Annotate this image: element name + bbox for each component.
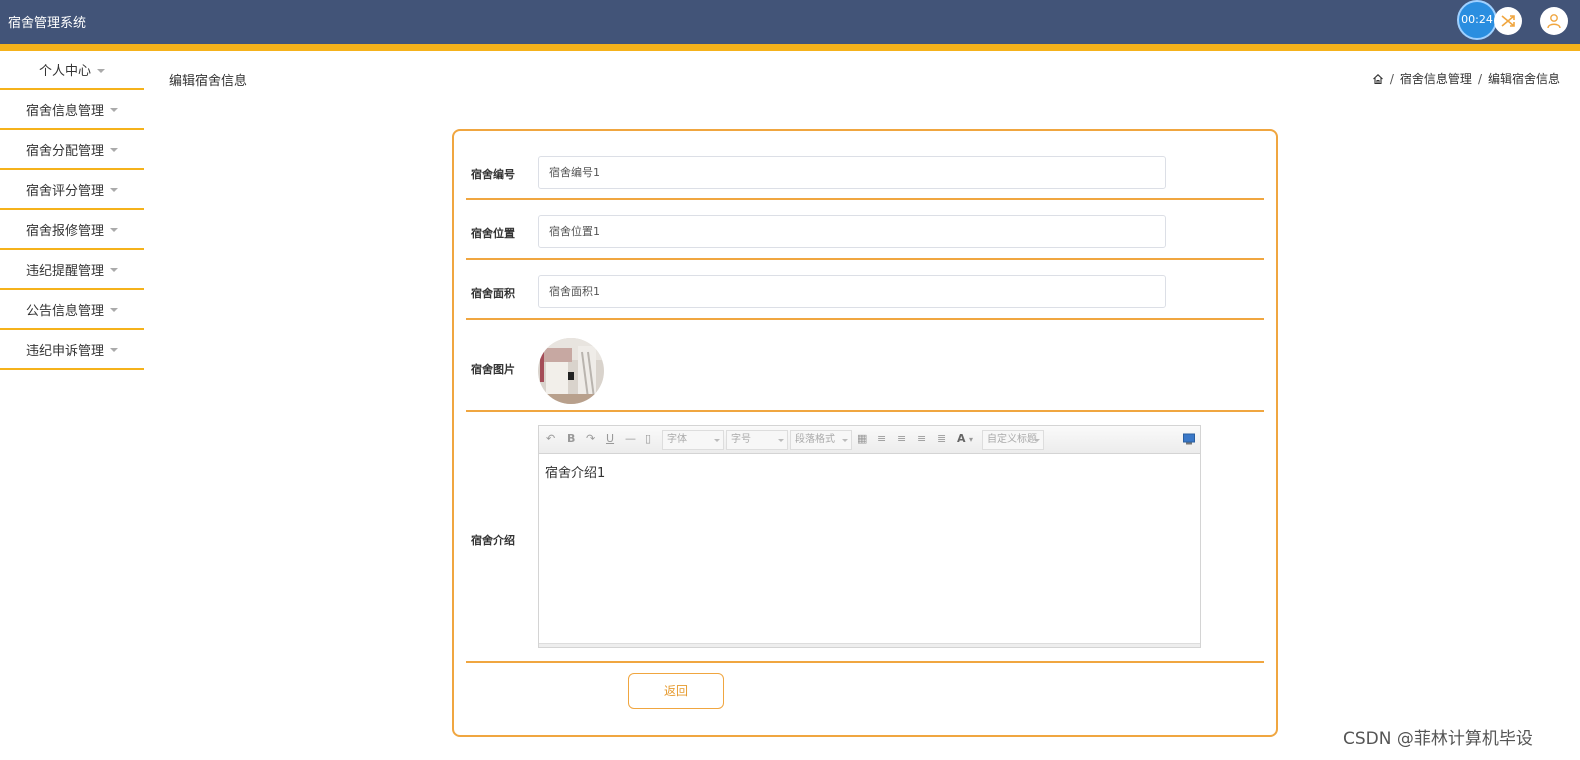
breadcrumb-separator: / xyxy=(1389,71,1394,86)
dorm-location-label: 宿舍位置 xyxy=(471,227,515,240)
shuffle-button[interactable] xyxy=(1494,7,1522,35)
align-center-icon[interactable]: ≡ xyxy=(917,432,926,445)
font-color-dropdown-icon[interactable]: ▾ xyxy=(969,435,973,444)
watermark-text: CSDN @菲林计算机毕设 xyxy=(1343,729,1533,749)
dorm-intro-label: 宿舍介绍 xyxy=(471,534,515,547)
caret-down-icon xyxy=(110,228,118,232)
caret-down-icon xyxy=(97,68,105,73)
caret-down-icon xyxy=(110,108,118,112)
sidebar-item-dorm-info[interactable]: 宿舍信息管理 xyxy=(0,90,144,130)
sidebar-item-label: 宿舍信息管理 xyxy=(25,103,104,119)
align-justify-icon[interactable]: ≣ xyxy=(937,432,946,445)
page-title: 编辑宿舍信息 xyxy=(169,74,248,89)
caret-down-icon xyxy=(110,268,118,272)
form-row-dorm-area: 宿舍面积 宿舍面积1 xyxy=(466,262,1264,320)
sidebar-item-label: 个人中心 xyxy=(38,64,91,79)
dorm-number-input[interactable]: 宿舍编号1 xyxy=(538,156,1166,189)
dorm-image-thumbnail[interactable] xyxy=(538,338,604,404)
undo-icon[interactable]: ↶ xyxy=(546,432,555,445)
sidebar-item-dorm-rating[interactable]: 宿舍评分管理 xyxy=(0,170,144,210)
caret-down-icon xyxy=(110,308,118,312)
form-row-dorm-intro: 宿舍介绍 ↶ B ↷ U — ▯ 字体 字号 段落格式 ▦ ≡ ≡ ≡ ≣ A … xyxy=(466,414,1264,663)
font-family-select[interactable]: 字体 xyxy=(662,430,724,450)
sidebar-item-dorm-repair[interactable]: 宿舍报修管理 xyxy=(0,210,144,250)
editor-toolbar: ↶ B ↷ U — ▯ 字体 字号 段落格式 ▦ ≡ ≡ ≡ ≣ A ▾ 自定义… xyxy=(539,426,1200,454)
custom-title-select[interactable]: 自定义标题 xyxy=(982,430,1044,450)
sidebar-item-violation-appeal[interactable]: 违纪申诉管理 xyxy=(0,330,144,370)
edit-form-card: 宿舍编号 宿舍编号1 宿舍位置 宿舍位置1 宿舍面积 宿舍面积1 宿舍图片 宿舍… xyxy=(452,129,1278,737)
home-icon[interactable] xyxy=(1372,73,1384,85)
form-row-dorm-location: 宿舍位置 宿舍位置1 xyxy=(466,202,1264,260)
dorm-number-label: 宿舍编号 xyxy=(471,168,515,181)
breadcrumb: / 宿舍信息管理 / 编辑宿舍信息 xyxy=(1372,70,1560,87)
form-row-dorm-image: 宿舍图片 xyxy=(466,322,1264,412)
align-left-icon[interactable]: ≡ xyxy=(877,432,886,445)
rich-text-editor[interactable]: ↶ B ↷ U — ▯ 字体 字号 段落格式 ▦ ≡ ≡ ≡ ≣ A ▾ 自定义… xyxy=(538,425,1201,648)
dorm-photo-image xyxy=(538,338,604,404)
sidebar-item-label: 违纪申诉管理 xyxy=(25,343,104,359)
breadcrumb-separator: / xyxy=(1477,71,1482,86)
top-bar: 宿舍管理系统 xyxy=(0,0,1580,44)
sidebar-item-personal-center[interactable]: 个人中心 xyxy=(0,51,144,90)
sidebar-item-label: 宿舍报修管理 xyxy=(25,223,104,239)
accent-strip xyxy=(0,44,1580,51)
sidebar-item-label: 宿舍分配管理 xyxy=(25,143,104,159)
caret-down-icon xyxy=(110,188,118,192)
shuffle-icon xyxy=(1501,15,1515,27)
breadcrumb-item-dorm-info[interactable]: 宿舍信息管理 xyxy=(1400,70,1472,87)
bold-icon[interactable]: B xyxy=(567,432,575,445)
user-button[interactable] xyxy=(1540,7,1568,35)
form-row-dorm-number: 宿舍编号 宿舍编号1 xyxy=(466,131,1264,200)
sidebar: 个人中心 宿舍信息管理 宿舍分配管理 宿舍评分管理 宿舍报修管理 违纪提醒管理 … xyxy=(0,51,144,370)
horizontal-rule-icon[interactable]: — xyxy=(625,432,636,445)
dorm-image-label: 宿舍图片 xyxy=(471,363,515,376)
timer-badge: 00:24 xyxy=(1457,0,1497,40)
font-size-select[interactable]: 字号 xyxy=(726,430,788,450)
underline-icon[interactable]: U xyxy=(606,432,614,445)
sidebar-item-label: 违纪提醒管理 xyxy=(25,263,104,279)
paragraph-format-select[interactable]: 段落格式 xyxy=(790,430,852,450)
sidebar-item-dorm-allocation[interactable]: 宿舍分配管理 xyxy=(0,130,144,170)
redo-icon[interactable]: ↷ xyxy=(586,432,595,445)
caret-down-icon xyxy=(110,148,118,152)
dorm-area-input[interactable]: 宿舍面积1 xyxy=(538,275,1166,308)
fullscreen-icon[interactable] xyxy=(1183,433,1195,445)
table-icon[interactable]: ▦ xyxy=(857,432,867,445)
sidebar-item-violation-reminder[interactable]: 违纪提醒管理 xyxy=(0,250,144,290)
form-row-actions: 返回 xyxy=(466,665,1264,735)
sidebar-item-label: 宿舍评分管理 xyxy=(25,183,104,199)
dorm-location-input[interactable]: 宿舍位置1 xyxy=(538,215,1166,248)
editor-statusbar xyxy=(539,643,1200,647)
user-icon xyxy=(1547,14,1561,29)
align-right-icon[interactable]: ≡ xyxy=(897,432,906,445)
breadcrumb-item-current: 编辑宿舍信息 xyxy=(1487,72,1560,86)
paste-icon[interactable]: ▯ xyxy=(645,432,651,445)
app-title: 宿舍管理系统 xyxy=(8,16,87,31)
back-button[interactable]: 返回 xyxy=(628,673,724,709)
editor-content[interactable]: 宿舍介绍1 xyxy=(545,462,605,481)
dorm-area-label: 宿舍面积 xyxy=(471,287,515,300)
sidebar-item-announcement[interactable]: 公告信息管理 xyxy=(0,290,144,330)
font-color-icon[interactable]: A xyxy=(957,432,966,445)
caret-down-icon xyxy=(110,348,118,352)
sidebar-item-label: 公告信息管理 xyxy=(25,303,104,319)
